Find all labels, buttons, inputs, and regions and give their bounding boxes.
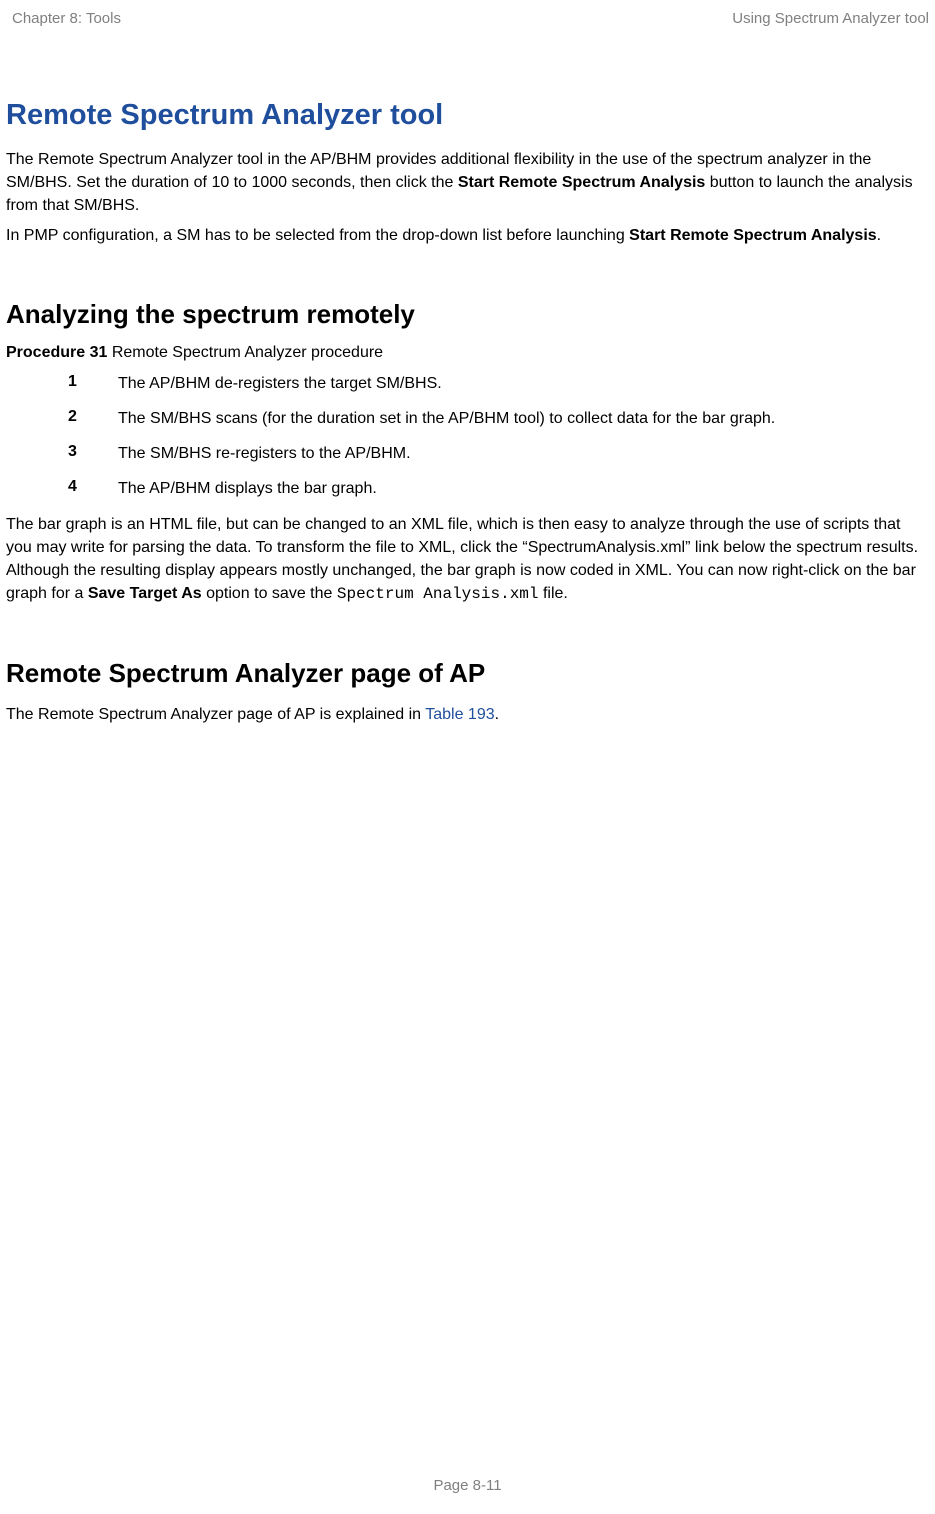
page-footer: Page 8-11 (0, 1477, 935, 1494)
step-number: 4 (68, 477, 118, 496)
text-bold: Save Target As (88, 585, 202, 602)
step-number: 3 (68, 442, 118, 461)
text-mono: Spectrum Analysis.xml (337, 585, 539, 603)
procedure-label: Procedure 31 Remote Spectrum Analyzer pr… (6, 344, 929, 362)
procedure-steps: 1 The AP/BHM de-registers the target SM/… (68, 372, 899, 501)
procedure-number: Procedure 31 (6, 344, 107, 361)
step-row: 3 The SM/BHS re-registers to the AP/BHM. (68, 442, 899, 465)
text-bold: Start Remote Spectrum Analysis (458, 174, 705, 191)
para-intro-1: The Remote Spectrum Analyzer tool in the… (6, 148, 929, 218)
step-text: The SM/BHS re-registers to the AP/BHM. (118, 442, 411, 465)
step-number: 1 (68, 372, 118, 391)
text: In PMP configuration, a SM has to be sel… (6, 227, 629, 244)
heading-remote-spectrum-page-ap: Remote Spectrum Analyzer page of AP (6, 658, 929, 689)
step-row: 2 The SM/BHS scans (for the duration set… (68, 407, 899, 430)
para-table-ref: The Remote Spectrum Analyzer page of AP … (6, 703, 929, 726)
text: The Remote Spectrum Analyzer page of AP … (6, 706, 425, 723)
text: option to save the (202, 585, 337, 602)
text: file. (539, 585, 568, 602)
step-text: The AP/BHM displays the bar graph. (118, 477, 377, 500)
step-number: 2 (68, 407, 118, 426)
procedure-text: Remote Spectrum Analyzer procedure (107, 344, 383, 361)
step-text: The SM/BHS scans (for the duration set i… (118, 407, 775, 430)
step-text: The AP/BHM de-registers the target SM/BH… (118, 372, 442, 395)
heading-analyzing-remotely: Analyzing the spectrum remotely (6, 299, 929, 330)
link-table-193[interactable]: Table 193 (425, 706, 494, 723)
header-left: Chapter 8: Tools (12, 10, 121, 27)
text-bold: Start Remote Spectrum Analysis (629, 227, 876, 244)
step-row: 4 The AP/BHM displays the bar graph. (68, 477, 899, 500)
header-right: Using Spectrum Analyzer tool (732, 10, 929, 27)
step-row: 1 The AP/BHM de-registers the target SM/… (68, 372, 899, 395)
page-header: Chapter 8: Tools Using Spectrum Analyzer… (0, 0, 935, 27)
para-intro-2: In PMP configuration, a SM has to be sel… (6, 224, 929, 247)
text: . (877, 227, 881, 244)
text: . (495, 706, 499, 723)
heading-remote-spectrum-analyzer-tool: Remote Spectrum Analyzer tool (6, 99, 929, 132)
para-bar-graph: The bar graph is an HTML file, but can b… (6, 513, 929, 607)
page-content: Remote Spectrum Analyzer tool The Remote… (0, 99, 935, 726)
